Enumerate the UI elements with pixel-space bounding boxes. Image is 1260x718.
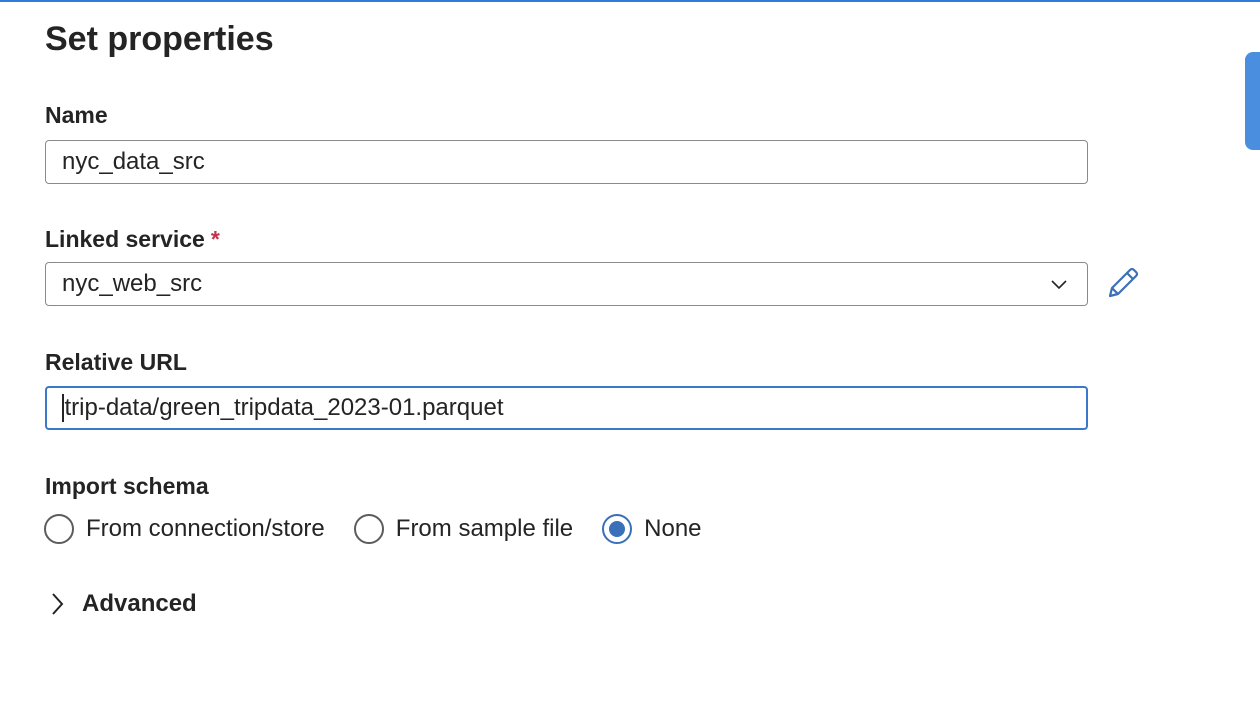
text-caret bbox=[62, 394, 64, 422]
chevron-down-icon[interactable] bbox=[1051, 276, 1067, 292]
linked-service-label-text: Linked service bbox=[45, 226, 205, 252]
linked-service-select[interactable]: nyc_web_src bbox=[45, 262, 1088, 306]
chevron-right-icon[interactable] bbox=[48, 591, 66, 617]
required-indicator: * bbox=[210, 226, 220, 252]
radio-label: From sample file bbox=[395, 515, 574, 542]
radio-button-selected[interactable] bbox=[602, 514, 633, 544]
radio-button[interactable] bbox=[353, 514, 384, 544]
import-schema-radio-group: From connection/store From sample file N… bbox=[44, 514, 731, 544]
relative-url-input[interactable]: trip-data/green_tripdata_2023-01.parquet bbox=[45, 386, 1088, 430]
scrollbar-thumb[interactable] bbox=[1245, 52, 1260, 150]
import-schema-label: Import schema bbox=[45, 473, 209, 499]
radio-label: From connection/store bbox=[86, 515, 325, 542]
radio-from-sample-file[interactable]: From sample file bbox=[353, 514, 574, 544]
page-title: Set properties bbox=[45, 20, 274, 58]
radio-button[interactable] bbox=[44, 514, 74, 544]
name-label: Name bbox=[45, 102, 108, 128]
linked-service-value: nyc_web_src bbox=[62, 270, 203, 297]
top-border bbox=[0, 0, 1260, 2]
linked-service-label: Linked service * bbox=[45, 225, 220, 253]
radio-none[interactable]: None bbox=[602, 514, 702, 544]
advanced-label: Advanced bbox=[82, 590, 197, 617]
name-input-value: nyc_data_src bbox=[62, 148, 205, 175]
pencil-icon[interactable] bbox=[1104, 264, 1140, 300]
radio-from-connection-store[interactable]: From connection/store bbox=[44, 514, 325, 544]
relative-url-value: trip-data/green_tripdata_2023-01.parquet bbox=[64, 394, 504, 421]
relative-url-label: Relative URL bbox=[45, 349, 187, 375]
name-input[interactable]: nyc_data_src bbox=[45, 140, 1088, 184]
advanced-expander[interactable]: Advanced bbox=[48, 590, 197, 618]
radio-label: None bbox=[644, 515, 702, 542]
